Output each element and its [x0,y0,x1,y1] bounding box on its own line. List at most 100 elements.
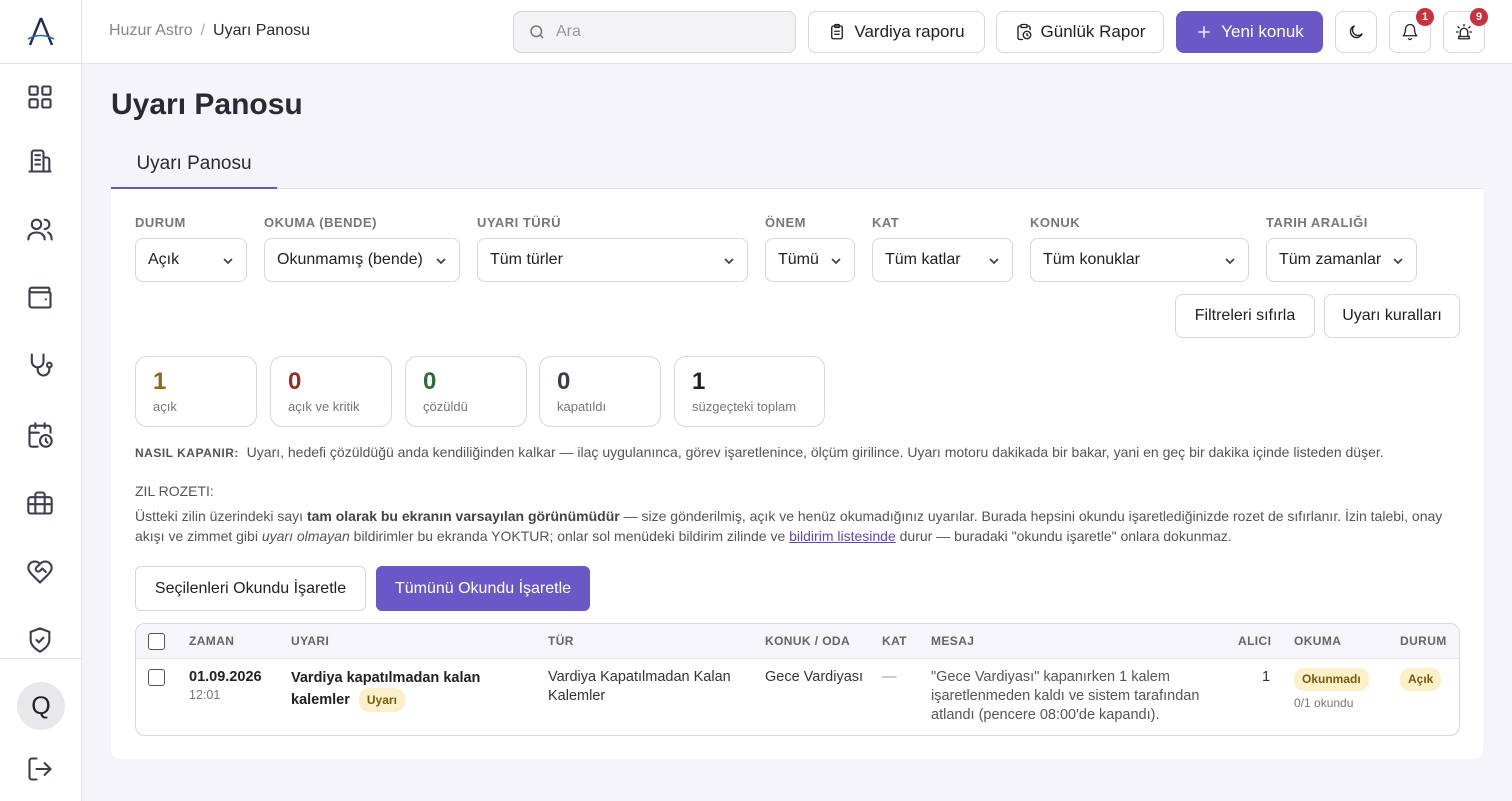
date-filter-select[interactable]: Tüm zamanlar [1266,238,1417,282]
breadcrumb-separator: / [200,22,206,39]
alerts-button[interactable]: 9 [1443,8,1488,53]
header-reading[interactable]: OKUMA [1294,634,1341,648]
reading-filter-value: Okunmamış (bende) [277,251,423,268]
daily-report-label: Günlük Rapor [1040,22,1146,41]
breadcrumb-current: Uyarı Panosu [213,22,310,39]
header-status[interactable]: DURUM [1400,634,1447,648]
stat-filtered-total-label: süzgeçteki toplam [692,399,797,414]
status-filter-select[interactable]: Açık [135,238,247,282]
bell-note-italic: uyarı olmayan [261,528,350,544]
logo-icon [27,17,54,45]
row-reading-cell: Okunmadı 0/1 okundu [1294,668,1394,713]
notifications-button[interactable]: 1 [1389,8,1434,53]
breadcrumb-root[interactable]: Huzur Astro [109,22,193,39]
app-logo[interactable] [0,0,81,64]
guest-filter-value: Tüm konuklar [1043,251,1140,268]
calendar-clock-icon[interactable] [20,415,60,455]
stat-resolved-value: 0 [423,368,437,395]
row-floor: — [882,669,897,685]
floor-filter-select[interactable]: Tüm katlar [872,238,1013,282]
row-time: 12:01 [189,688,221,702]
new-guest-label: Yeni konuk [1221,22,1304,41]
header-alert[interactable]: UYARI [291,634,329,648]
floor-filter-value: Tüm katlar [885,251,961,268]
stat-closed-value: 0 [557,368,571,395]
reading-filter-select[interactable]: Okunmamış (bende) [264,238,460,282]
stat-open-critical[interactable]: 0 açık ve kritik [270,356,392,427]
logout-icon[interactable] [20,749,60,789]
chevron-down-icon [1392,254,1404,266]
stat-resolved[interactable]: 0 çözüldü [405,356,527,427]
new-guest-button[interactable]: Yeni konuk [1176,11,1323,53]
avatar-letter: Q [31,691,51,720]
row-checkbox[interactable] [148,669,165,686]
type-filter-select[interactable]: Tüm türler [477,238,748,282]
stat-closed-label: kapatıldı [557,399,607,414]
bell-badge-caption: ZIL ROZETI: [135,483,214,499]
date-filter-value: Tüm zamanlar [1279,251,1382,268]
bell-badge-note: Üstteki zilin üzerindeki sayı tam olarak… [135,506,1460,546]
stat-filtered-total-value: 1 [692,368,706,395]
how-it-closes-text: Uyarı, hedefi çözüldüğü anda kendiliğind… [246,444,1384,460]
siren-icon [1455,23,1473,40]
stat-filtered-total[interactable]: 1 süzgeçteki toplam [674,356,825,427]
stat-open-critical-label: açık ve kritik [288,399,360,414]
header-type[interactable]: TÜR [548,634,574,648]
row-time-cell: 01.09.2026 12:01 [189,668,284,703]
bell-note-part3: bildirimler bu ekranda YOKTUR; onlar sol… [349,528,790,544]
chevron-down-icon [723,254,735,266]
header-guest-room[interactable]: KONUK / ODA [765,634,850,648]
tab-alert-board[interactable]: Uyarı Panosu [111,140,277,189]
header-floor[interactable]: KAT [882,634,907,648]
mark-selected-read-button[interactable]: Seçilenleri Okundu İşaretle [135,566,366,611]
shield-check-icon[interactable] [20,620,60,660]
clipboard-icon [831,23,844,40]
page-title: Uyarı Panosu [111,88,303,121]
stethoscope-icon[interactable] [20,345,60,385]
mark-all-read-button[interactable]: Tümünü Okundu İşaretle [376,566,590,611]
row-date: 01.09.2026 [189,669,262,685]
header-recipient[interactable]: ALICI [1238,634,1271,648]
severity-filter-select[interactable]: Tümü [765,238,855,282]
alert-rules-button[interactable]: Uyarı kuralları [1324,294,1460,338]
wallet-icon[interactable] [20,277,60,317]
briefcase-icon[interactable] [20,483,60,523]
chevron-down-icon [988,254,1000,266]
type-filter-label: UYARI TÜRÜ [477,215,561,230]
reading-count: 0/1 okundu [1294,696,1354,710]
stat-open[interactable]: 1 açık [135,356,257,427]
reset-filters-button[interactable]: Filtreleri sıfırla [1175,294,1315,338]
user-avatar[interactable]: Q [17,682,65,730]
row-status-cell: Açık [1400,668,1442,691]
header-time[interactable]: ZAMAN [189,634,234,648]
notification-list-link[interactable]: bildirim listesinde [789,528,896,544]
heart-handshake-icon[interactable] [20,552,60,592]
how-it-closes-note: NASIL KAPANIR: Uyarı, hedefi çözüldüğü a… [135,442,1455,463]
search-input[interactable] [556,23,776,41]
guest-filter-select[interactable]: Tüm konuklar [1030,238,1249,282]
status-filter-label: DURUM [135,215,186,230]
chevron-down-icon [222,254,234,266]
stat-resolved-label: çözüldü [423,399,468,414]
select-all-checkbox[interactable] [148,633,165,650]
shift-report-button[interactable]: Vardiya raporu [808,11,985,53]
sidebar-divider [0,658,82,659]
building-icon[interactable] [20,141,60,181]
theme-toggle-button[interactable] [1335,11,1377,53]
floor-filter-label: KAT [872,215,900,230]
row-message: "Gece Vardiyası" kapanırken 1 kalem işar… [931,669,1200,723]
shift-report-label: Vardiya raporu [854,22,965,41]
guest-filter-label: KONUK [1030,215,1081,230]
notification-count-badge: 1 [1416,8,1434,26]
daily-report-button[interactable]: Günlük Rapor [996,11,1164,53]
users-icon[interactable] [20,209,60,249]
severity-filter-value: Tümü [778,251,819,268]
stat-open-value: 1 [153,368,167,395]
search-box[interactable] [513,11,796,53]
row-alert-cell: Vardiya kapatılmadan kalan kalemler Uyar… [291,668,531,712]
chevron-down-icon [1224,254,1236,266]
stat-closed[interactable]: 0 kapatıldı [539,356,661,427]
breadcrumb: Huzur Astro / Uyarı Panosu [109,22,310,40]
dashboard-icon[interactable] [20,77,60,117]
header-message[interactable]: MESAJ [931,634,974,648]
